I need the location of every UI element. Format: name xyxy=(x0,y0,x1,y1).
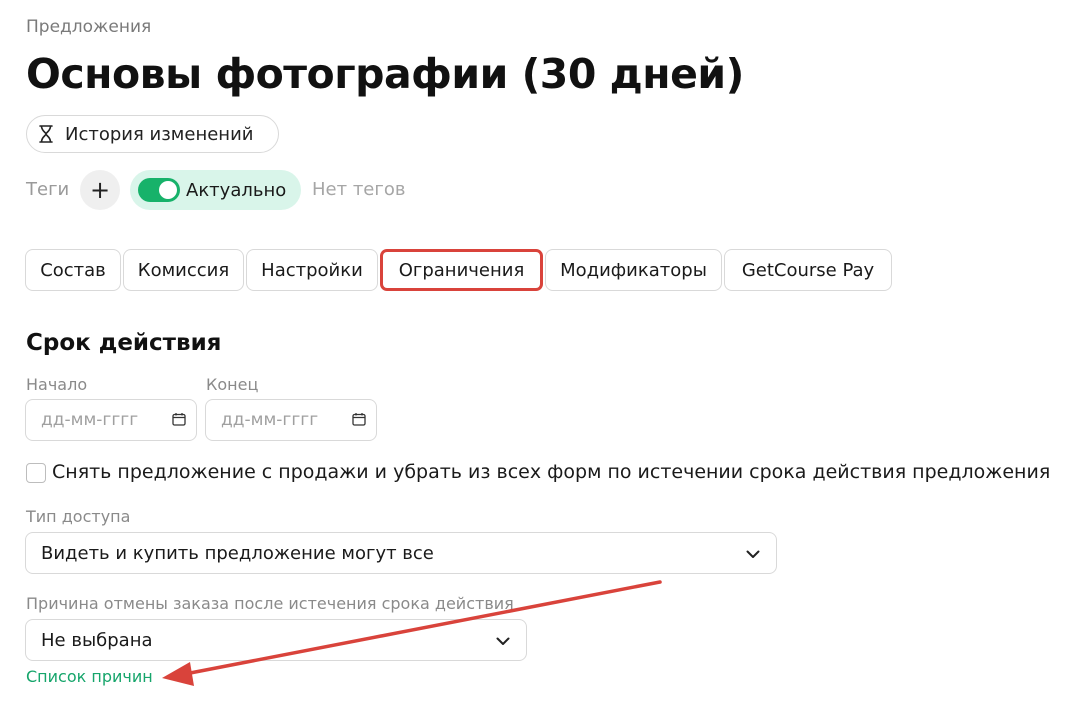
tab-restrictions[interactable]: Ограничения xyxy=(380,249,543,291)
section-title: Срок действия xyxy=(26,330,222,356)
calendar-icon[interactable] xyxy=(172,411,186,430)
no-tags-text: Нет тегов xyxy=(312,179,406,200)
end-date-label: Конец xyxy=(206,375,259,394)
access-type-value: Видеть и купить предложение могут все xyxy=(41,542,434,564)
cancel-reason-value: Не выбрана xyxy=(41,629,153,651)
start-date-placeholder: дд-мм-гггг xyxy=(41,410,139,430)
history-button-label: История изменений xyxy=(65,123,254,145)
page-title: Основы фотографии (30 дней) xyxy=(26,50,744,98)
cancel-reason-label: Причина отмены заказа после истечения ср… xyxy=(26,594,514,613)
tab-commission[interactable]: Комиссия xyxy=(123,249,244,291)
access-type-label: Тип доступа xyxy=(26,507,131,526)
tab-composition[interactable]: Состав xyxy=(25,249,121,291)
tags-label: Теги xyxy=(26,179,70,200)
end-date-placeholder: дд-мм-гггг xyxy=(221,410,319,430)
cancel-reason-select[interactable]: Не выбрана xyxy=(25,619,527,661)
add-tag-button[interactable]: + xyxy=(80,170,120,210)
tab-settings[interactable]: Настройки xyxy=(246,249,378,291)
breadcrumb[interactable]: Предложения xyxy=(26,17,151,37)
status-toggle[interactable]: Актуально xyxy=(130,170,301,210)
reasons-list-link[interactable]: Список причин xyxy=(26,667,153,686)
start-date-input[interactable]: дд-мм-гггг xyxy=(25,399,197,441)
remove-on-expiry-checkbox[interactable] xyxy=(26,463,46,483)
start-date-label: Начало xyxy=(26,375,88,394)
chevron-down-icon xyxy=(746,544,760,563)
hourglass-icon xyxy=(39,125,57,143)
tab-bar: Состав Комиссия Настройки Ограничения Мо… xyxy=(25,249,894,291)
calendar-icon[interactable] xyxy=(352,411,366,430)
end-date-input[interactable]: дд-мм-гггг xyxy=(205,399,377,441)
tab-modifiers[interactable]: Модификаторы xyxy=(545,249,722,291)
toggle-switch[interactable] xyxy=(138,178,180,202)
chevron-down-icon xyxy=(496,631,510,650)
tab-getcourse-pay[interactable]: GetCourse Pay xyxy=(724,249,892,291)
history-button[interactable]: История изменений xyxy=(26,115,279,153)
remove-on-expiry-label[interactable]: Снять предложение с продажи и убрать из … xyxy=(52,461,1050,483)
status-label: Актуально xyxy=(186,179,287,201)
plus-icon: + xyxy=(89,176,111,204)
access-type-select[interactable]: Видеть и купить предложение могут все xyxy=(25,532,777,574)
